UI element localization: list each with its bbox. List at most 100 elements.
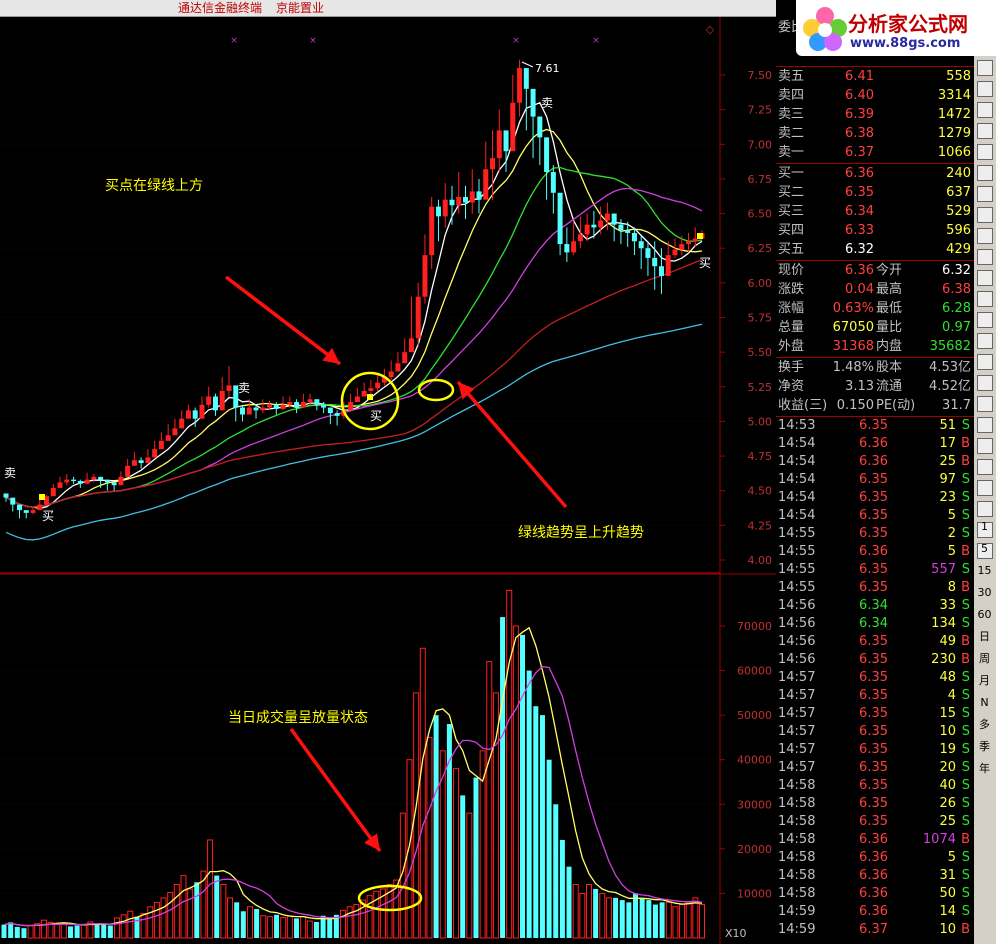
- toolbar-tool-icon[interactable]: [977, 102, 993, 118]
- candle-body: [50, 487, 56, 497]
- toolbar-tool-icon[interactable]: [977, 354, 993, 370]
- signal-marker: [39, 494, 45, 500]
- toolbar-tool-icon[interactable]: [977, 123, 993, 139]
- period-button[interactable]: 5: [975, 540, 994, 557]
- volume-bar: [626, 902, 632, 938]
- tick-row: 14:56 6.34 33 S: [776, 597, 974, 615]
- toolbar-tool-icon[interactable]: [977, 270, 993, 286]
- tick-side: S: [961, 670, 970, 685]
- period-button[interactable]: 日: [975, 628, 994, 645]
- candle-body: [212, 396, 218, 411]
- stat-row: 现价 6.36 今开 6.32: [776, 261, 974, 280]
- period-button[interactable]: 30: [975, 584, 994, 601]
- tick-side: S: [961, 490, 970, 505]
- tick-row: 14:58 6.36 31 S: [776, 867, 974, 885]
- period-button[interactable]: 1: [975, 518, 994, 535]
- toolbar-tool-icon[interactable]: [977, 144, 993, 160]
- tick-side: S: [961, 472, 970, 487]
- volume-bar: [460, 795, 466, 938]
- period-button[interactable]: 周: [975, 650, 994, 667]
- price-tick-label: 4.00: [748, 554, 773, 567]
- toolbar-tool-icon[interactable]: [977, 207, 993, 223]
- tick-row: 14:59 6.37 10 B: [776, 921, 974, 939]
- volume-bar: [446, 724, 452, 938]
- toolbar-tool-icon[interactable]: [977, 249, 993, 265]
- tick-side: B: [961, 544, 970, 559]
- period-button[interactable]: 多: [975, 716, 994, 733]
- toolbar-tool-icon[interactable]: [977, 291, 993, 307]
- volume-bar: [646, 900, 652, 938]
- price-tick-label: 7.50: [748, 69, 773, 82]
- candle-body: [327, 407, 333, 414]
- volume-bar: [546, 759, 552, 938]
- signal-marker: [697, 233, 703, 239]
- candle-body: [206, 396, 212, 405]
- tick-price: 6.35: [859, 526, 888, 541]
- tick-price: 6.35: [859, 508, 888, 523]
- toolbar-tool-icon[interactable]: [977, 186, 993, 202]
- tick-row: 14:53 6.35 51 S: [776, 417, 974, 435]
- candle-body: [219, 390, 225, 411]
- sell-signal-label: 卖: [4, 466, 16, 480]
- toolbar-tool-icon[interactable]: [977, 459, 993, 475]
- toolbar-tool-icon[interactable]: [977, 81, 993, 97]
- period-button[interactable]: 60: [975, 606, 994, 623]
- peak-price-label: 7.61: [535, 62, 560, 75]
- annotation-green-uptrend: 绿线趋势呈上升趋势: [518, 525, 644, 541]
- tick-time: 14:54: [778, 508, 816, 523]
- sell-signal-label: 卖: [238, 381, 250, 395]
- toolbar-tool-icon[interactable]: [977, 312, 993, 328]
- candle-body: [260, 407, 266, 411]
- candle-body: [564, 244, 570, 253]
- candle-body: [645, 248, 651, 258]
- period-button[interactable]: 月: [975, 672, 994, 689]
- tick-volume: 49: [939, 634, 956, 649]
- toolbar-tool-icon[interactable]: [977, 375, 993, 391]
- toolbar-tool-icon[interactable]: [977, 480, 993, 496]
- price-tick-label: 4.75: [748, 450, 773, 463]
- toolbar-tool-icon[interactable]: [977, 228, 993, 244]
- toolbar-tool-icon[interactable]: [977, 417, 993, 433]
- toolbar-tool-icon[interactable]: [977, 438, 993, 454]
- period-button[interactable]: 年: [975, 760, 994, 777]
- period-button[interactable]: N: [975, 694, 994, 711]
- candle-body: [422, 255, 428, 297]
- fund-value: 3.13: [845, 379, 874, 394]
- tick-side: S: [961, 742, 970, 757]
- stat-label-2: 今开: [876, 263, 903, 278]
- period-button[interactable]: 季: [975, 738, 994, 755]
- bid-row: 买五 6.32 429: [776, 240, 974, 259]
- fund-label: 换手: [778, 360, 805, 375]
- volume-bar: [101, 924, 107, 938]
- tick-price: 6.35: [859, 562, 888, 577]
- tick-time: 14:58: [778, 868, 816, 883]
- candle-body: [462, 196, 468, 203]
- toolbar-tool-icon[interactable]: [977, 60, 993, 76]
- price-volume-chart[interactable]: 7.50 7.25 7.00 6.75 6.50 6.25 6.00 5.75 5.50 5.25…: [0, 0, 776, 944]
- price-tick-label: 5.75: [748, 312, 773, 325]
- tick-volume: 10: [939, 922, 956, 937]
- candle-body: [672, 249, 678, 256]
- volume-bar: [526, 670, 532, 938]
- stat-value-2: 6.32: [942, 263, 971, 278]
- tick-side: S: [961, 526, 970, 541]
- candle-body: [395, 363, 401, 372]
- tick-volume: 5: [947, 850, 956, 865]
- tick-volume: 23: [939, 490, 956, 505]
- toolbar-tool-icon[interactable]: [977, 333, 993, 349]
- ask-row: 卖一 6.37 1066: [776, 143, 974, 162]
- toolbar-tool-icon[interactable]: [977, 165, 993, 181]
- period-button[interactable]: 15: [975, 562, 994, 579]
- candle-body: [30, 510, 36, 513]
- candle-body: [544, 137, 550, 172]
- stat-value: 6.36: [845, 263, 874, 278]
- toolbar-tool-icon[interactable]: [977, 501, 993, 517]
- annotation-buy-above-green: 买点在绿线上方: [105, 178, 203, 194]
- stat-value: 67050: [832, 320, 874, 335]
- tick-price: 6.35: [859, 670, 888, 685]
- ask-label: 卖五: [778, 69, 805, 84]
- candle-body: [172, 428, 178, 436]
- ask-price: 6.39: [845, 107, 874, 122]
- toolbar-tool-icon[interactable]: [977, 396, 993, 412]
- candle-body: [280, 404, 286, 409]
